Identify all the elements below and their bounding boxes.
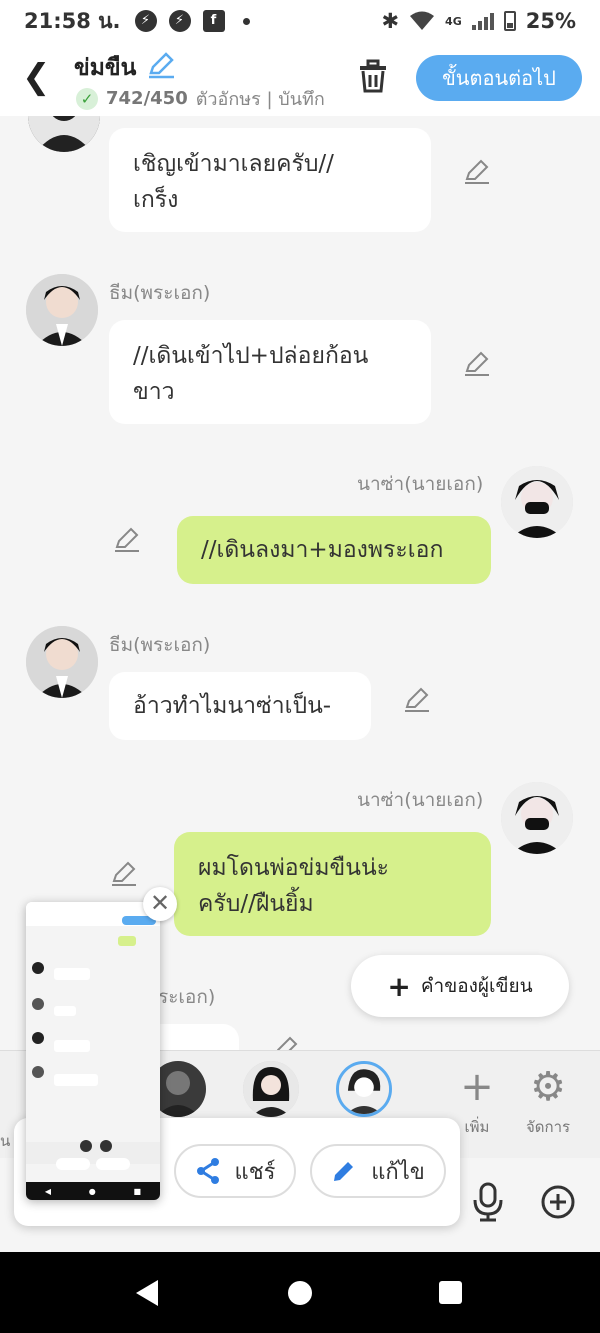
message-bubble[interactable]: อ้าวทำไมนาซ่าเป็น- [109, 672, 371, 740]
thumbnail-back-icon: ◀ [44, 1186, 52, 1196]
author-note-label: คำของผู้เขียน [420, 975, 533, 997]
share-icon [196, 1158, 219, 1184]
nav-back-icon[interactable] [136, 1280, 158, 1306]
char-count-label: ตัวอักษร | บันทึก [195, 89, 325, 110]
screenshot-thumbnail[interactable]: ◀ ● ■ [26, 902, 160, 1200]
plus-icon: + [387, 969, 411, 1003]
bluetooth-icon: ✱ [381, 9, 400, 33]
message-text: เกร็ง [133, 187, 179, 213]
message-text: //เดินลงมา+มองพระเอก [201, 537, 444, 563]
messenger-icon-2: ⚡ [168, 10, 191, 32]
check-icon: ✓ [76, 87, 98, 110]
wifi-icon [410, 11, 435, 30]
signal-icon [471, 12, 494, 30]
status-right: ✱ 4G 25% [381, 9, 576, 33]
page-title: ข่มขืน [74, 55, 137, 81]
author-note-button[interactable]: + คำของผู้เขียน [351, 955, 569, 1017]
pencil-icon [334, 1162, 354, 1181]
thumbnail-recent-icon: ■ [133, 1186, 142, 1196]
messenger-icon: ⚡ [134, 10, 157, 32]
message-text: ครับ//ฝืนยิ้ม [198, 891, 314, 917]
message-text: ผมโดนพ่อข่มขืนน่ะ [198, 855, 390, 881]
speaker-name-partial: ระเอก) [158, 986, 216, 1008]
avatar[interactable] [501, 782, 573, 854]
avatar[interactable] [28, 116, 100, 152]
edit-title-icon[interactable] [146, 50, 176, 80]
trash-icon[interactable] [356, 58, 390, 94]
status-bar: 21:58 น. ⚡ ⚡ f ✱ 4G 25% [0, 0, 600, 42]
microphone-icon[interactable] [470, 1182, 506, 1222]
manage-button[interactable]: ⚙ จัดการ [518, 1059, 578, 1139]
speaker-name: ธีม(พระเอก) [109, 634, 211, 656]
character-avatar-selected[interactable] [336, 1061, 392, 1117]
message-bubble[interactable]: ผมโดนพ่อข่มขืนน่ะ ครับ//ฝืนยิ้ม [174, 832, 491, 936]
gear-icon: ⚙ [530, 1064, 566, 1110]
edit-button[interactable]: แก้ไข [310, 1144, 446, 1198]
plus-icon: + [460, 1064, 494, 1110]
top-bar: ❮ ข่มขืน ✓ 742/450 ตัวอักษร | บันทึก ขั้… [0, 42, 600, 116]
edit-message-icon[interactable] [463, 157, 491, 185]
thumbnail-nav-bar: ◀ ● ■ [26, 1182, 160, 1200]
facebook-icon: f [202, 10, 225, 32]
thumbnail-preview-image [26, 902, 160, 1182]
nav-home-icon[interactable] [288, 1281, 312, 1305]
avatar[interactable] [501, 466, 573, 538]
manage-label: จัดการ [525, 1118, 571, 1136]
char-count-value: 742/450 [106, 88, 188, 109]
speaker-name: นาซ่า(นายเอก) [357, 789, 484, 811]
message-bubble[interactable]: เชิญเข้ามาเลยครับ// เกร็ง [109, 128, 431, 232]
message-text: ขาว [133, 379, 175, 405]
avatar[interactable] [26, 626, 98, 698]
character-avatar[interactable] [243, 1061, 299, 1117]
share-button[interactable]: แชร์ [174, 1144, 296, 1198]
speaker-name: นาซ่า(นายเอก) [357, 473, 484, 495]
notification-dot-icon [242, 17, 250, 25]
edit-label: แก้ไข [371, 1159, 425, 1185]
message-text: อ้าวทำไมนาซ่าเป็น- [133, 693, 332, 719]
character-label-partial: น [0, 1132, 11, 1150]
edit-message-icon[interactable] [403, 685, 431, 713]
edit-message-icon[interactable] [463, 349, 491, 377]
battery-percent: 25% [525, 9, 576, 33]
status-time: 21:58 น. [24, 8, 121, 33]
share-label: แชร์ [234, 1159, 276, 1185]
char-count: ✓ 742/450 ตัวอักษร | บันทึก [76, 84, 325, 113]
message-bubble[interactable]: //เดินลงมา+มองพระเอก [177, 516, 491, 584]
system-nav-bar [0, 1252, 600, 1333]
speaker-name: ธีม(พระเอก) [109, 282, 211, 304]
next-step-button[interactable]: ขั้นตอนต่อไป [416, 55, 582, 101]
close-icon[interactable]: ✕ [143, 887, 177, 921]
thumbnail-home-icon: ● [88, 1186, 96, 1196]
edit-message-icon[interactable] [113, 525, 141, 553]
battery-icon [503, 11, 516, 31]
nav-recent-icon[interactable] [439, 1281, 462, 1304]
message-bubble[interactable]: //เดินเข้าไป+ปล่อยก้อน ขาว [109, 320, 431, 424]
network-type: 4G [445, 14, 462, 28]
avatar[interactable] [26, 274, 98, 346]
back-icon[interactable]: ❮ [22, 60, 51, 94]
add-circle-icon[interactable] [540, 1184, 576, 1220]
edit-message-icon[interactable] [110, 859, 138, 887]
message-text: //เดินเข้าไป+ปล่อยก้อน [133, 343, 369, 369]
message-text: เชิญเข้ามาเลยครับ// [133, 151, 334, 177]
